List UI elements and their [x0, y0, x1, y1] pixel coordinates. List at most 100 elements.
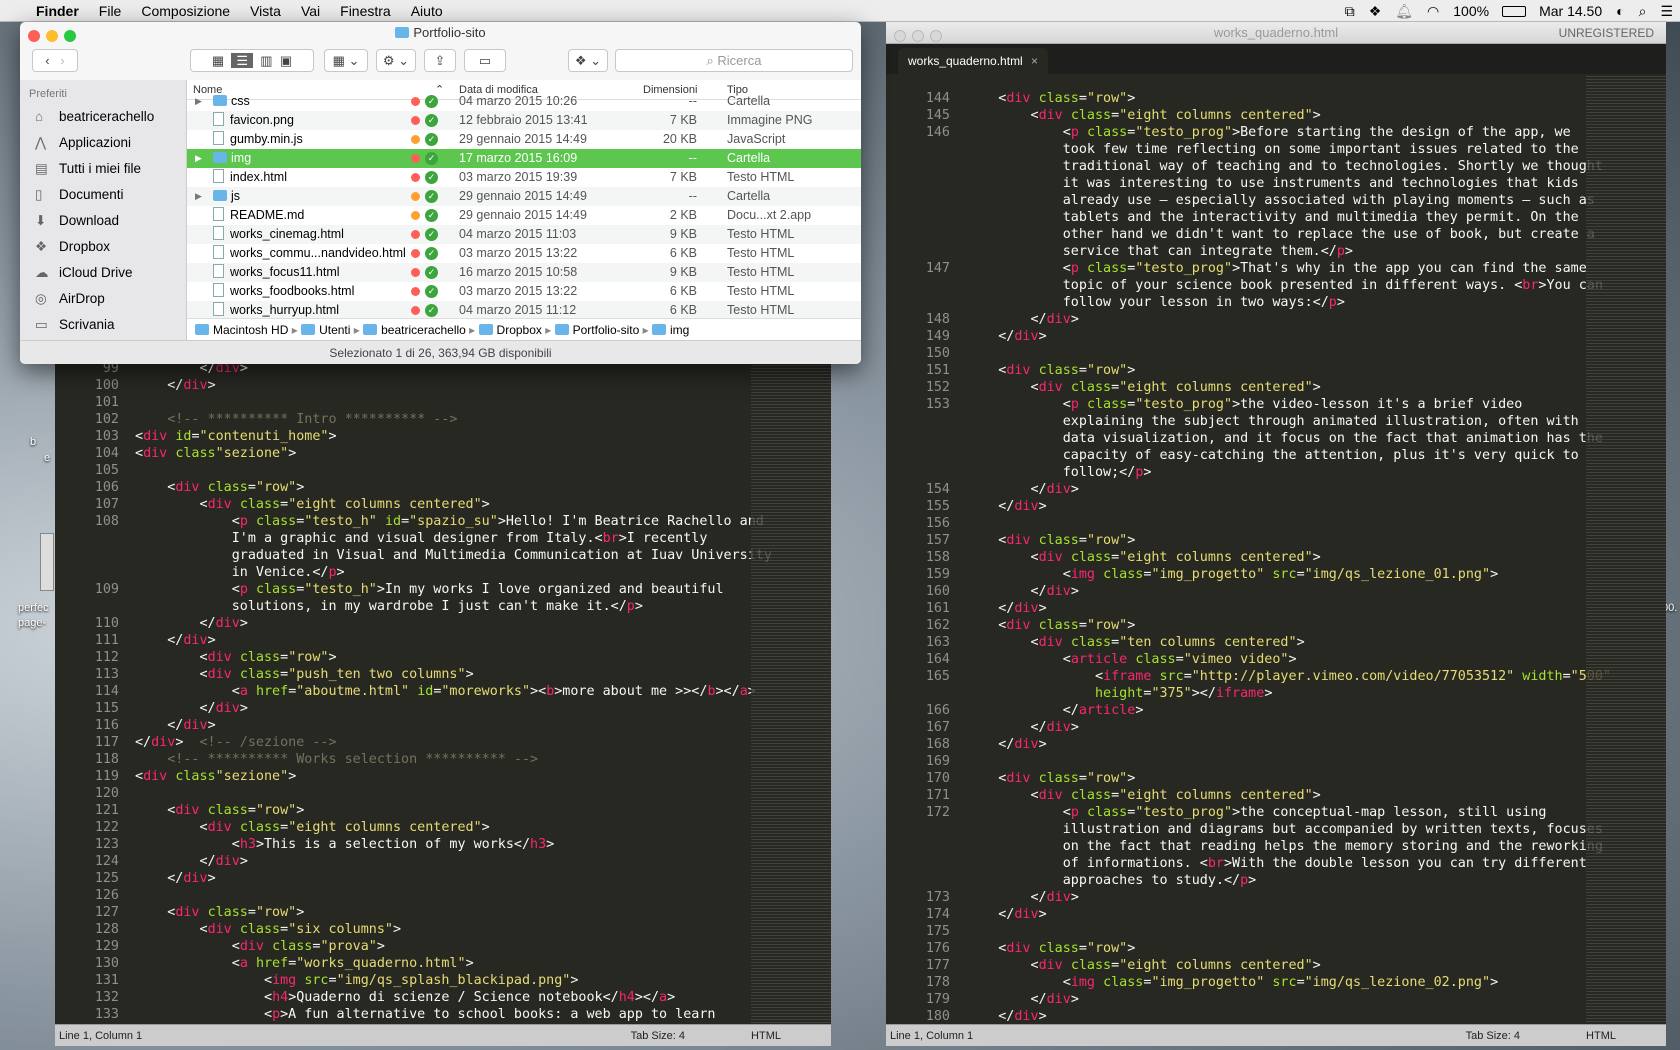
path-segment[interactable]: beatricerachello [381, 323, 466, 337]
tab-size-setting[interactable]: Tab Size: 4 [631, 1030, 685, 1042]
code-line[interactable]: 127 <div class="row"> [55, 904, 751, 921]
code-line[interactable]: 169 [886, 753, 1586, 770]
menu-composizione[interactable]: Composizione [131, 3, 240, 19]
finder-window[interactable]: Portfolio-sito ‹ › ▦ ☰ ▥ ▣ ▦ ⌄ ⚙ ⌄ ⇪ ▭ ❖… [20, 22, 861, 364]
copy-status-icon[interactable]: ⧉ [1338, 3, 1362, 20]
code-line[interactable]: 118 <!-- ********** Works selection ****… [55, 751, 751, 768]
syntax-setting[interactable]: HTML [1586, 1030, 1616, 1042]
code-line[interactable]: 123 <h3>This is a selection of my works<… [55, 836, 751, 853]
close-tab-icon[interactable]: × [1031, 48, 1038, 74]
code-line[interactable]: took few time reflecting on some importa… [886, 141, 1586, 158]
minimize-button[interactable] [46, 30, 58, 42]
path-segment[interactable]: img [670, 323, 689, 337]
notification-bell-icon[interactable]: 🔔︎ [1388, 3, 1420, 20]
close-button[interactable] [894, 30, 906, 42]
code-line[interactable]: 119 <div class"sezione"> [55, 768, 751, 785]
code-line[interactable]: 125 </div> [55, 870, 751, 887]
finder-titlebar[interactable]: Portfolio-sito [20, 22, 861, 44]
code-line[interactable]: 165 <iframe src="http://player.vimeo.com… [886, 668, 1611, 685]
code-line[interactable]: 167 </div> [886, 719, 1586, 736]
sidebar-item-download[interactable]: ⬇ Download [20, 208, 186, 234]
desktop-icon-label[interactable]: perfec [18, 602, 49, 614]
sidebar-item-dropbox[interactable]: ❖ Dropbox [20, 234, 186, 260]
dropbox-button[interactable]: ❖ ⌄ [568, 49, 608, 72]
code-line[interactable]: 152 <div class="eight columns centered"> [886, 379, 1586, 396]
file-row[interactable]: works_commu...nandvideo.html ✓ 03 marzo 20… [187, 244, 861, 263]
code-line[interactable]: 157 <div class="row"> [886, 532, 1586, 549]
code-line[interactable]: 172 <p class="testo_prog">the conceptual… [886, 804, 1586, 821]
notification-center-icon[interactable]: ☰ [1653, 3, 1680, 20]
code-line[interactable]: solutions, in my wardrobe I just can't m… [55, 598, 751, 615]
forward-arrow-icon[interactable]: › [60, 53, 64, 68]
user-switch-icon[interactable]: ◐ [1609, 3, 1631, 19]
code-line[interactable]: 150 [886, 345, 1586, 362]
code-line[interactable]: 121 <div class="row"> [55, 802, 751, 819]
sidebar-item-airdrop[interactable]: ◎ AirDrop [20, 286, 186, 312]
action-gear-button[interactable]: ⚙ ⌄ [376, 49, 416, 72]
file-row[interactable]: index.html ✓ 03 marzo 2015 19:39 7 KB Testo … [187, 168, 861, 187]
sidebar-item-applicazioni[interactable]: ⋀ Applicazioni [20, 130, 186, 156]
zoom-button[interactable] [64, 30, 76, 42]
left-editor-code[interactable]: 99 </div> 100 </div> 101 102 <!-- *********… [55, 360, 772, 1023]
code-line[interactable]: 109 <p class="testo_h">In my works I lov… [55, 581, 751, 598]
code-line[interactable]: 133 <p>A fun alternative to school books… [55, 1006, 751, 1023]
file-row[interactable]: works_focus11.html ✓ 16 marzo 2015 10:58 9 … [187, 263, 861, 282]
view-mode-buttons[interactable]: ▦ ☰ ▥ ▣ [190, 49, 314, 72]
code-line[interactable]: topic of your science book presented in … [886, 277, 1603, 294]
code-line[interactable]: 178 <img class="img_progetto" src="img/q… [886, 974, 1586, 991]
right-editor-window[interactable]: works_quaderno.html UNREGISTERED works_q… [886, 22, 1666, 1046]
code-line[interactable]: 144 <div class="row"> [886, 90, 1586, 107]
code-line[interactable]: height="375"></iframe> [886, 685, 1586, 702]
code-line[interactable]: 117 </div> <!-- /sezione --> [55, 734, 751, 751]
sidebar-item-home[interactable]: ⌂ beatricerachello [20, 104, 186, 130]
code-line[interactable]: 155 </div> [886, 498, 1586, 515]
code-line[interactable]: it was interesting to use instruments an… [886, 175, 1586, 192]
path-segment[interactable]: Portfolio-sito [573, 323, 640, 337]
file-row[interactable]: ▶ js ✓ 29 gennaio 2015 14:49 -- Cartella [187, 187, 861, 206]
code-line[interactable]: 151 <div class="row"> [886, 362, 1586, 379]
code-line[interactable]: explaining the subject through animated … [886, 413, 1586, 430]
disclosure-triangle-icon[interactable]: ▶ [195, 149, 202, 168]
code-line[interactable]: 179 </div> [886, 991, 1586, 1008]
code-line[interactable]: 154 </div> [886, 481, 1586, 498]
code-line[interactable]: 174 </div> [886, 906, 1586, 923]
code-line[interactable]: capacity of easy-catching the attention,… [886, 447, 1586, 464]
close-button[interactable] [28, 30, 40, 42]
right-editor-minimap[interactable] [1586, 74, 1666, 1024]
sidebar-item-documenti[interactable]: ▯ Documenti [20, 182, 186, 208]
minimize-button[interactable] [912, 30, 924, 42]
code-line[interactable]: 156 [886, 515, 1586, 532]
code-line[interactable]: 161 </div> [886, 600, 1586, 617]
code-line[interactable]: 101 [55, 394, 751, 411]
code-line[interactable]: graduated in Visual and Multimedia Commu… [55, 547, 772, 564]
coverflow-view-icon[interactable]: ▣ [280, 53, 292, 68]
back-arrow-icon[interactable]: ‹ [45, 53, 49, 68]
code-line[interactable]: follow your lesson in two ways:</p> [886, 294, 1586, 311]
code-line[interactable]: 102 <!-- ********** Intro ********** --> [55, 411, 751, 428]
right-editor-code[interactable]: 144 <div class="row"> 145 <div class="eig… [886, 90, 1611, 1025]
code-line[interactable]: 177 <div class="eight columns centered"> [886, 957, 1586, 974]
battery-percent[interactable]: 100% [1446, 3, 1496, 19]
file-row[interactable]: ▶ img ✓ 17 marzo 2015 16:09 -- Cartella [187, 149, 861, 168]
code-line[interactable]: 124 </div> [55, 853, 751, 870]
icon-view-icon[interactable]: ▦ [212, 53, 224, 68]
code-line[interactable]: 148 </div> [886, 311, 1586, 328]
code-line[interactable]: 130 <a href="works_quaderno.html"> [55, 955, 751, 972]
code-line[interactable]: 107 <div class="eight columns centered"> [55, 496, 751, 513]
code-line[interactable]: already use – especially associated with… [886, 192, 1595, 209]
code-line[interactable]: on the fact that reading helps the memor… [886, 838, 1603, 855]
code-line[interactable]: I'm a graphic and visual designer from I… [55, 530, 751, 547]
code-line[interactable]: 103 <div id="contenuti_home"> [55, 428, 751, 445]
code-line[interactable]: 114 <a href="aboutme.html" id="moreworks… [55, 683, 756, 700]
menu-app-finder[interactable]: Finder [26, 3, 89, 19]
code-line[interactable]: 111 </div> [55, 632, 751, 649]
code-line[interactable]: 176 <div class="row"> [886, 940, 1586, 957]
file-row[interactable]: works_foodbooks.html ✓ 03 marzo 2015 13:22… [187, 282, 861, 301]
desktop-icon-label[interactable]: e [44, 452, 50, 464]
code-line[interactable]: 104 <div class"sezione"> [55, 445, 751, 462]
code-line[interactable]: 128 <div class="six columns"> [55, 921, 751, 938]
code-line[interactable]: 163 <div class="ten columns centered"> [886, 634, 1586, 651]
code-line[interactable]: traditional way of teaching and to techn… [886, 158, 1603, 175]
sidebar-item-all-files[interactable]: ▤ Tutti i miei file [20, 156, 186, 182]
code-line[interactable]: tablets and the interactivity and multim… [886, 209, 1586, 226]
